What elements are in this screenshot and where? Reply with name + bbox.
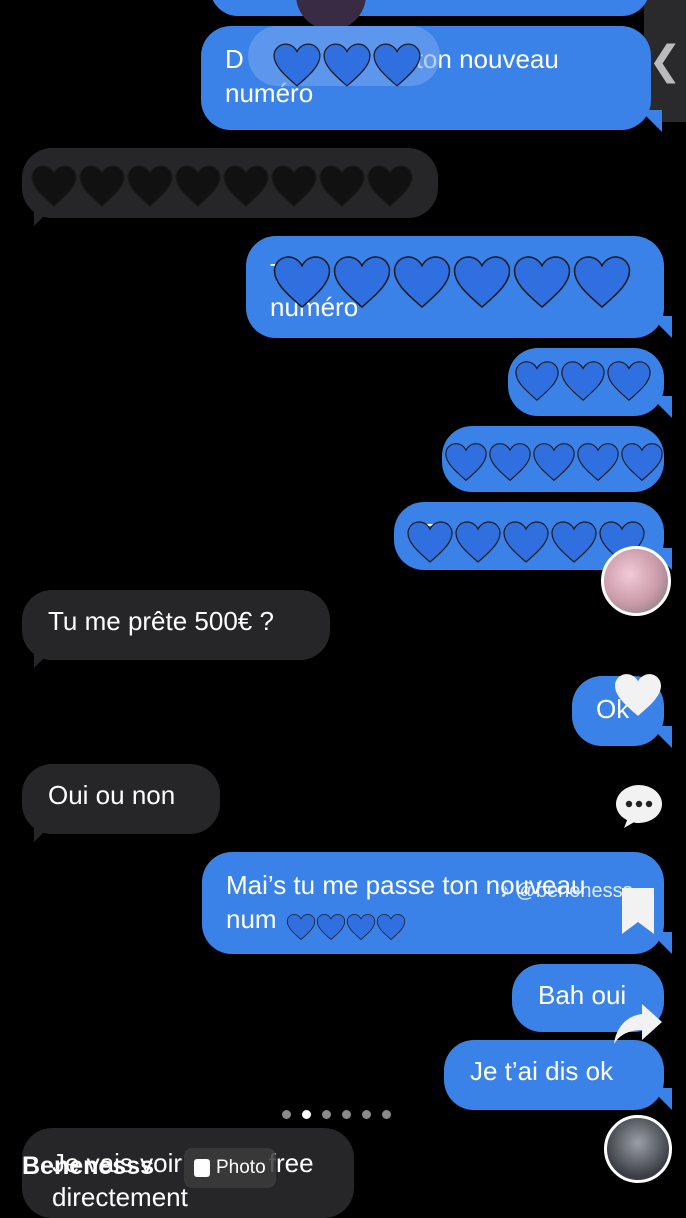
message-text: Oui ou non [48,780,176,810]
carousel-dot [302,1110,311,1119]
message-bubble-partial [210,0,650,16]
photo-label: Photo [216,1157,266,1178]
message-bubble-outgoing: T numéro [246,236,664,338]
message-text: num [226,904,277,934]
message-text: Je t’ai dis ok [470,1056,614,1086]
photo-icon [194,1159,210,1177]
message-text: numéro [270,292,359,322]
share-icon[interactable] [612,1002,664,1046]
message-bubble-outgoing: Je t’ai dis ok [444,1040,664,1110]
chevron-left-icon: ❮ [648,39,682,83]
heart-icon[interactable] [612,672,664,718]
creator-avatar[interactable] [601,546,671,616]
tiktok-logo-icon: ♪ [500,880,510,902]
message-bubble-incoming: Tu me prête 500€ ? [22,590,330,660]
message-bubble-outgoing [508,348,664,416]
message-bubble-outgoing: Mai’s tu me passe ton nouveau num [202,852,664,954]
message-bubble-outgoing [442,426,664,492]
photo-badge: Photo [184,1148,276,1188]
message-bubble-incoming [22,148,438,218]
carousel-dot [322,1110,331,1119]
carousel-dot [362,1110,371,1119]
carousel-dot [342,1110,351,1119]
message-text: T [420,518,436,548]
carousel-dot [282,1110,291,1119]
carousel-indicator [282,1110,391,1119]
creator-username[interactable]: Benenesss [22,1152,154,1181]
comment-icon[interactable] [614,784,664,830]
status-pill [248,26,440,86]
message-text: Tu me prête 500€ ? [48,606,274,636]
carousel-dot [382,1110,391,1119]
user-avatar[interactable] [604,1115,672,1183]
bookmark-icon[interactable] [618,886,658,936]
message-text: T [270,258,286,288]
